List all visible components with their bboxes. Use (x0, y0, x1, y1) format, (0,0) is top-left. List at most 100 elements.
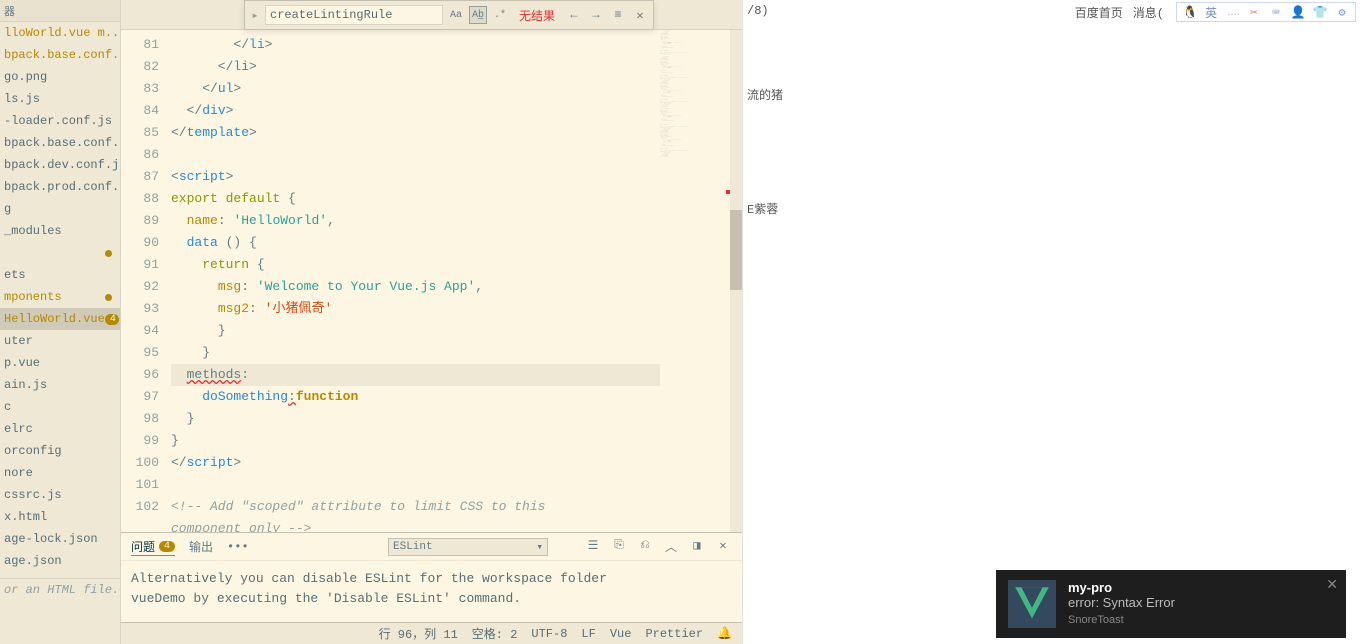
tab-more-icon[interactable]: ••• (227, 540, 249, 554)
tab-problems-label: 问题 (131, 538, 155, 555)
file-item[interactable]: orconfig (0, 440, 120, 462)
panel-filter-dropdown[interactable]: ESLint ▾ (388, 538, 548, 556)
person-icon[interactable]: 👤 (1291, 5, 1305, 19)
file-item[interactable]: _modules (0, 220, 120, 242)
code-line[interactable]: } (171, 320, 660, 342)
file-item[interactable]: bpack.base.conf.js (0, 132, 120, 154)
code-line[interactable]: </li> (171, 56, 660, 78)
file-item-label: _modules (4, 224, 62, 238)
messages-link[interactable]: 消息( (1133, 4, 1164, 21)
find-close-icon[interactable]: ✕ (631, 8, 649, 23)
scissors-icon[interactable]: ✂ (1247, 5, 1261, 19)
find-selection-icon[interactable]: ≡ (609, 8, 627, 22)
code-line[interactable]: </li> (171, 34, 660, 56)
file-item-label: bpack.base.conf.js (4, 136, 120, 150)
code-line[interactable]: <script> (171, 166, 660, 188)
file-item[interactable]: p.vue (0, 352, 120, 374)
file-item[interactable] (0, 242, 120, 264)
find-prev-icon[interactable]: ← (565, 8, 583, 22)
status-encoding[interactable]: UTF-8 (531, 627, 567, 641)
file-item[interactable]: go.png (0, 66, 120, 88)
code-line[interactable]: } (171, 342, 660, 364)
ime-indicator[interactable]: 英 (1205, 4, 1217, 21)
code-line[interactable] (171, 474, 660, 496)
panel-close-icon[interactable]: ✕ (714, 538, 732, 555)
file-item[interactable]: bpack.prod.conf.js (0, 176, 120, 198)
code-line[interactable]: msg: 'Welcome to Your Vue.js App', (171, 276, 660, 298)
code-line[interactable]: </ul> (171, 78, 660, 100)
code-line[interactable]: </div> (171, 100, 660, 122)
find-regex-icon[interactable]: .* (491, 6, 509, 24)
code-line[interactable]: return { (171, 254, 660, 276)
vertical-scrollbar[interactable] (730, 30, 742, 532)
status-eol[interactable]: LF (581, 627, 595, 641)
panel-collapse-icon[interactable]: ︿ (662, 538, 680, 555)
editor-body[interactable]: 8182838485868788899091929394959697989910… (121, 30, 742, 532)
find-case-sensitive-icon[interactable]: Aa (447, 6, 465, 24)
panel-lock-icon[interactable]: ⎘ (610, 538, 628, 555)
tab-problems[interactable]: 问题 4 (131, 538, 175, 556)
code-line[interactable]: } (171, 430, 660, 452)
file-item[interactable]: cssrc.js (0, 484, 120, 506)
file-item[interactable]: x.html (0, 506, 120, 528)
file-item-label: p.vue (4, 356, 40, 370)
code-line[interactable]: data () { (171, 232, 660, 254)
code-line[interactable]: </template> (171, 122, 660, 144)
tab-output[interactable]: 输出 (189, 538, 213, 555)
file-item[interactable]: nore (0, 462, 120, 484)
find-input[interactable] (265, 5, 443, 25)
status-indent[interactable]: 空格: 2 (472, 625, 518, 642)
code-line[interactable]: export default { (171, 188, 660, 210)
find-toggle-replace-icon[interactable]: ▸ (249, 8, 261, 23)
notification-toast[interactable]: my-pro error: Syntax Error SnoreToast ✕ (996, 570, 1346, 638)
file-item[interactable]: -loader.conf.js (0, 110, 120, 132)
toast-close-icon[interactable]: ✕ (1326, 576, 1338, 593)
panel-filter-icon[interactable]: ☰ (584, 538, 602, 555)
file-item[interactable]: bpack.base.conf.js ... (0, 44, 120, 66)
panel-clear-icon[interactable]: ⎌ (636, 538, 654, 555)
status-cursor-pos[interactable]: 行 96，列 11 (379, 625, 458, 642)
file-item[interactable]: age-lock.json (0, 528, 120, 550)
line-number: 94 (121, 320, 159, 342)
file-item[interactable]: c (0, 396, 120, 418)
file-item[interactable]: ets (0, 264, 120, 286)
code-line[interactable]: msg2: '小猪佩奇' (171, 298, 660, 320)
code-line[interactable]: doSomething:function (171, 386, 660, 408)
file-item[interactable]: g (0, 198, 120, 220)
panel-maximize-icon[interactable]: ◨ (688, 538, 706, 555)
file-item[interactable]: ain.js (0, 374, 120, 396)
browser-pane: /8) 流的猪 E紫蓉 百度首页 消息( 🐧 英 ᠁ ✂ ⌨ 👤 👕 ⚙ php… (742, 0, 1360, 644)
file-item[interactable]: HelloWorld.vue4 (0, 308, 120, 330)
find-next-icon[interactable]: → (587, 8, 605, 22)
code-line[interactable]: methods: (171, 364, 660, 386)
file-item[interactable]: lloWorld.vue m...4 (0, 22, 120, 44)
code-line[interactable]: } (171, 408, 660, 430)
penguin-icon[interactable]: 🐧 (1183, 5, 1197, 19)
status-formatter[interactable]: Prettier (645, 627, 703, 641)
gear-icon[interactable]: ⚙ (1335, 5, 1349, 19)
file-item[interactable]: uter (0, 330, 120, 352)
code-content[interactable]: </li> </li> </ul> </div></template> <scri… (171, 30, 660, 532)
status-language[interactable]: Vue (610, 627, 632, 641)
shirt-icon[interactable]: 👕 (1313, 5, 1327, 19)
file-item[interactable]: elrc (0, 418, 120, 440)
minimap[interactable]: &lt;/li&gt; &lt;/li&gt; &lt;/ul&gt; &lt;… (660, 30, 730, 532)
code-line[interactable]: <!-- Add "scoped" attribute to limit CSS… (171, 496, 660, 518)
line-number: 82 (121, 56, 159, 78)
file-item[interactable]: ls.js (0, 88, 120, 110)
code-line[interactable]: </script> (171, 452, 660, 474)
file-item[interactable]: bpack.dev.conf.js (0, 154, 120, 176)
line-number: 85 (121, 122, 159, 144)
code-line[interactable] (171, 144, 660, 166)
keyboard-icon[interactable]: ⌨ (1269, 5, 1283, 19)
baidu-home-link[interactable]: 百度首页 (1075, 4, 1123, 21)
file-item-label: ets (4, 268, 26, 282)
code-line[interactable]: component only --> (171, 518, 660, 532)
find-whole-word-icon[interactable]: Ab̲ (469, 6, 487, 24)
panel-message-line: Alternatively you can disable ESLint for… (131, 569, 732, 589)
code-line[interactable]: name: 'HelloWorld', (171, 210, 660, 232)
scrollbar-thumb[interactable] (730, 210, 742, 290)
status-bell-icon[interactable]: 🔔 (717, 626, 732, 641)
file-item[interactable]: mponents (0, 286, 120, 308)
file-item[interactable]: age.json (0, 550, 120, 572)
